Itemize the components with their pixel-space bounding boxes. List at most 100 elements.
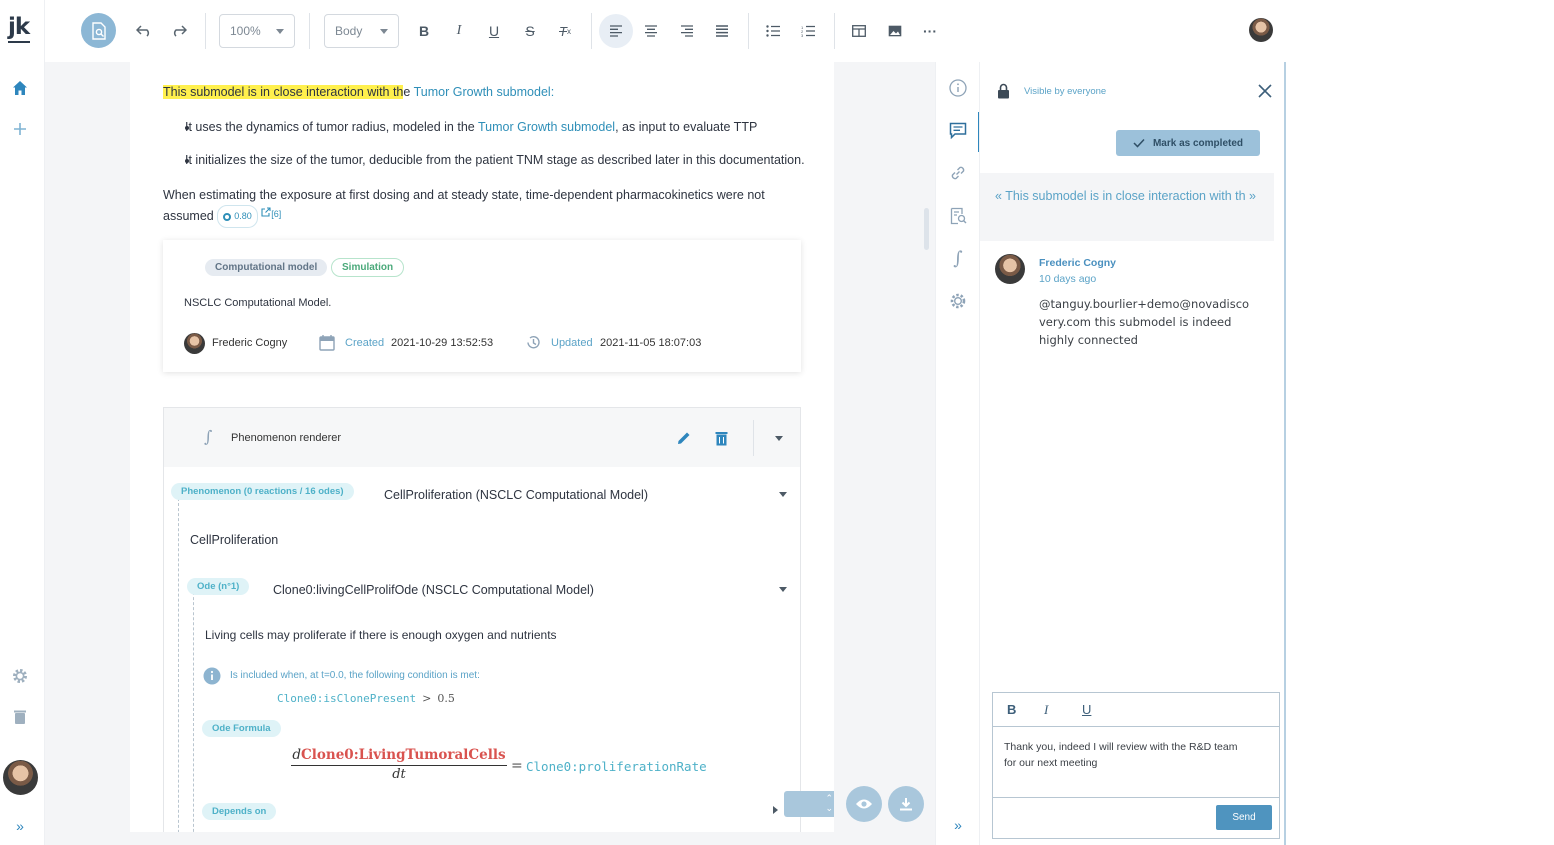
more-icon[interactable]: ···	[913, 14, 947, 48]
preview-icon[interactable]	[81, 13, 116, 48]
intro-text: e	[403, 85, 414, 99]
calendar-icon	[319, 335, 335, 351]
left-rail: jk »	[0, 0, 45, 845]
comment-time: 10 days ago	[1039, 273, 1097, 285]
integral-icon: ∫	[204, 427, 213, 446]
tumor-growth-link[interactable]: Tumor Growth submodel	[414, 85, 551, 99]
bullet-list-icon[interactable]	[756, 14, 790, 48]
bullet-1-text: It uses the dynamics of tumor radius, mo…	[185, 120, 478, 134]
info-tab-icon[interactable]	[947, 77, 969, 99]
image-icon[interactable]	[878, 14, 912, 48]
exposure-paragraph-line1: When estimating the exposure at first do…	[163, 188, 765, 202]
evidence-score-badge[interactable]: 0.80	[217, 205, 258, 228]
model-card[interactable]: Computational model Simulation NSCLC Com…	[163, 240, 801, 372]
undo-icon[interactable]	[127, 14, 161, 48]
model-name: NSCLC Computational Model.	[184, 297, 332, 309]
updated-label: Updated	[551, 337, 593, 349]
ode-caret[interactable]	[779, 587, 787, 592]
bold-icon[interactable]: B	[407, 14, 441, 48]
tumor-growth-link-2[interactable]: Tumor Growth submodel	[478, 120, 615, 134]
tag-simulation[interactable]: Simulation	[331, 258, 405, 277]
reply-text-line1: Thank you, indeed I will review with the…	[1004, 741, 1238, 753]
app-logo: jk	[8, 14, 31, 43]
reply-editor[interactable]: B I U Thank you, indeed I will review wi…	[992, 692, 1280, 839]
strikethrough-icon[interactable]: S	[513, 14, 547, 48]
expand-icon[interactable]: »	[9, 815, 31, 837]
ode-pill: Ode (n°1)	[187, 578, 250, 595]
condition-operator: >	[422, 692, 432, 705]
link-tab-icon[interactable]	[947, 162, 969, 184]
formula-tab-icon[interactable]: ∫	[947, 247, 969, 269]
created-label: Created	[345, 337, 385, 349]
align-left-icon[interactable]	[599, 14, 633, 48]
comments-panel: Visible by everyone Mark as completed « …	[979, 62, 1286, 845]
zoom-value: 100%	[230, 24, 261, 38]
exposure-paragraph-line2: assumed 0.80 [6]	[163, 205, 281, 228]
align-center-icon[interactable]	[634, 14, 668, 48]
user-avatar[interactable]	[3, 760, 38, 795]
settings-tab-icon[interactable]	[947, 290, 969, 312]
view-fab[interactable]	[846, 786, 882, 822]
bullet-item-1: It uses the dynamics of tumor radius, mo…	[185, 118, 757, 137]
mark-completed-button[interactable]: Mark as completed	[1116, 130, 1260, 156]
tag-computational-model[interactable]: Computational model	[205, 259, 328, 276]
depends-on-pill: Depends on	[202, 803, 277, 820]
formula-numerator: Clone0:LivingTumoralCells	[301, 747, 506, 763]
align-right-icon[interactable]	[670, 14, 704, 48]
reply-textarea[interactable]: Thank you, indeed I will review with the…	[1004, 739, 1274, 771]
trash-icon[interactable]	[9, 706, 31, 728]
reply-bold-button[interactable]: B	[1007, 702, 1016, 717]
toolbar-user-avatar[interactable]	[1249, 18, 1273, 42]
formula-fraction: dClone0:LivingTumoralCells dt	[291, 747, 507, 782]
depends-on-caret[interactable]	[773, 806, 778, 814]
renderer-collapse-caret[interactable]	[775, 436, 783, 441]
redo-icon[interactable]	[162, 14, 196, 48]
comments-tab-icon[interactable]	[947, 119, 969, 141]
author-avatar	[184, 333, 205, 354]
side-panel-tabs: ∫ »	[935, 62, 980, 845]
delete-icon[interactable]	[715, 431, 728, 446]
reference-number: [6]	[271, 209, 282, 219]
text-style-select[interactable]: Body	[324, 14, 399, 48]
highlighted-text[interactable]: This submodel is in close interaction wi…	[163, 85, 404, 99]
collapse-panel-icon[interactable]: »	[947, 814, 969, 836]
history-icon	[527, 336, 540, 349]
underline-icon[interactable]: U	[477, 14, 511, 48]
align-justify-icon[interactable]	[705, 14, 739, 48]
reference-link[interactable]: [6]	[261, 207, 282, 220]
condition-expression: Clone0:isClonePresent > 0.5	[277, 692, 455, 705]
phenomenon-caret[interactable]	[779, 492, 787, 497]
italic-icon[interactable]: I	[442, 14, 476, 48]
home-icon[interactable]	[9, 77, 31, 99]
phenomenon-renderer-header: ∫ Phenomenon renderer	[163, 407, 801, 467]
comment-author: Frederic Cogny	[1039, 257, 1117, 269]
numbered-list-icon[interactable]: 123	[791, 14, 825, 48]
formula-rhs: Clone0:proliferationRate	[526, 759, 707, 774]
close-icon[interactable]	[1258, 84, 1272, 98]
phenomenon-title: CellProliferation (NSCLC Computational M…	[384, 488, 648, 502]
reply-underline-button[interactable]: U	[1082, 702, 1091, 717]
intro-paragraph: This submodel is in close interaction wi…	[163, 83, 554, 102]
formula-denominator: dt	[392, 767, 406, 782]
add-icon[interactable]	[9, 118, 31, 140]
table-icon[interactable]	[842, 14, 876, 48]
search-document-tab-icon[interactable]	[947, 205, 969, 227]
formula-d: d	[292, 747, 302, 763]
renderer-title: Phenomenon renderer	[231, 432, 342, 444]
send-button[interactable]: Send	[1216, 805, 1272, 830]
download-icon	[900, 798, 912, 811]
quoted-selection[interactable]: « This submodel is in close interaction …	[980, 173, 1274, 241]
gear-icon[interactable]	[9, 665, 31, 687]
clear-format-icon[interactable]: Tx	[548, 14, 582, 48]
reply-text-line2: for our next meeting	[1004, 757, 1098, 769]
reply-italic-button[interactable]: I	[1044, 702, 1048, 718]
scrollbar-thumb[interactable]	[924, 208, 929, 250]
comment-author-avatar	[995, 254, 1025, 284]
created-date: 2021-10-29 13:52:53	[391, 337, 494, 349]
phenomenon-pill: Phenomenon (0 reactions / 16 odes)	[171, 483, 354, 500]
assumed-text: assumed	[163, 208, 214, 223]
zoom-select[interactable]: 100%	[219, 14, 295, 48]
edit-icon[interactable]	[677, 431, 691, 445]
scroll-stepper[interactable]: ⌃ ⌄	[784, 791, 834, 817]
download-fab[interactable]	[888, 786, 924, 822]
